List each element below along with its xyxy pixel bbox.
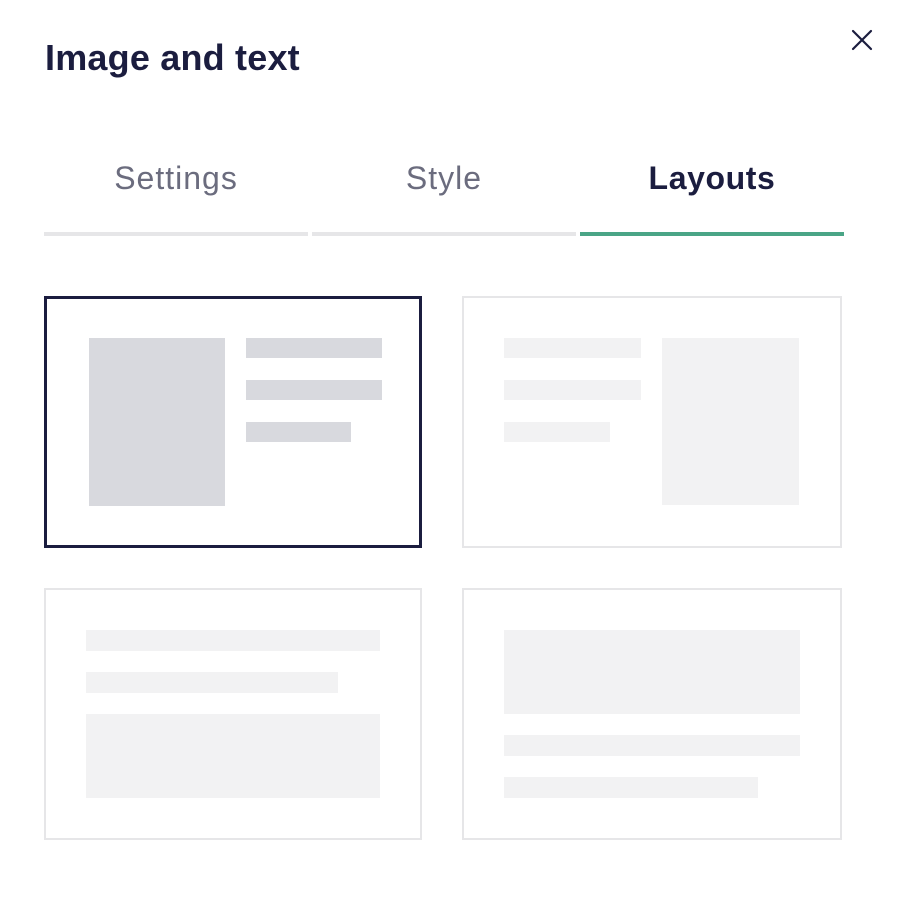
layout-option-image-right[interactable] bbox=[462, 296, 842, 548]
layout-dialog: Image and text Settings Style Layouts bbox=[0, 0, 910, 904]
text-line-placeholder bbox=[504, 338, 641, 358]
text-line-placeholder bbox=[504, 735, 800, 756]
close-button[interactable] bbox=[842, 20, 882, 60]
tab-style-label: Style bbox=[405, 160, 483, 196]
text-line-placeholder bbox=[86, 672, 338, 693]
tab-settings[interactable]: Settings bbox=[44, 140, 308, 236]
text-line-placeholder bbox=[246, 338, 382, 358]
tab-layouts-label: Layouts bbox=[648, 160, 776, 196]
tab-style-underline bbox=[312, 232, 576, 236]
text-line-placeholder bbox=[504, 422, 610, 442]
text-line-placeholder bbox=[504, 777, 758, 798]
layout-option-image-left[interactable] bbox=[44, 296, 422, 548]
tab-style[interactable]: Style bbox=[312, 140, 576, 236]
text-line-placeholder bbox=[86, 630, 380, 651]
tab-layouts-underline bbox=[580, 232, 844, 236]
layout-option-image-top[interactable] bbox=[462, 588, 842, 840]
image-placeholder bbox=[662, 338, 799, 505]
image-placeholder bbox=[89, 338, 225, 506]
dialog-title: Image and text bbox=[45, 37, 300, 78]
image-placeholder bbox=[504, 630, 800, 714]
image-placeholder bbox=[86, 714, 380, 798]
text-line-placeholder bbox=[246, 380, 382, 400]
text-line-placeholder bbox=[504, 380, 641, 400]
text-line-placeholder bbox=[246, 422, 351, 442]
tab-layouts[interactable]: Layouts bbox=[580, 140, 844, 236]
close-icon bbox=[850, 28, 874, 52]
tab-bar: Settings Style Layouts bbox=[44, 140, 844, 236]
tab-settings-underline bbox=[44, 232, 308, 236]
layout-option-image-bottom[interactable] bbox=[44, 588, 422, 840]
tab-settings-label: Settings bbox=[114, 160, 238, 196]
